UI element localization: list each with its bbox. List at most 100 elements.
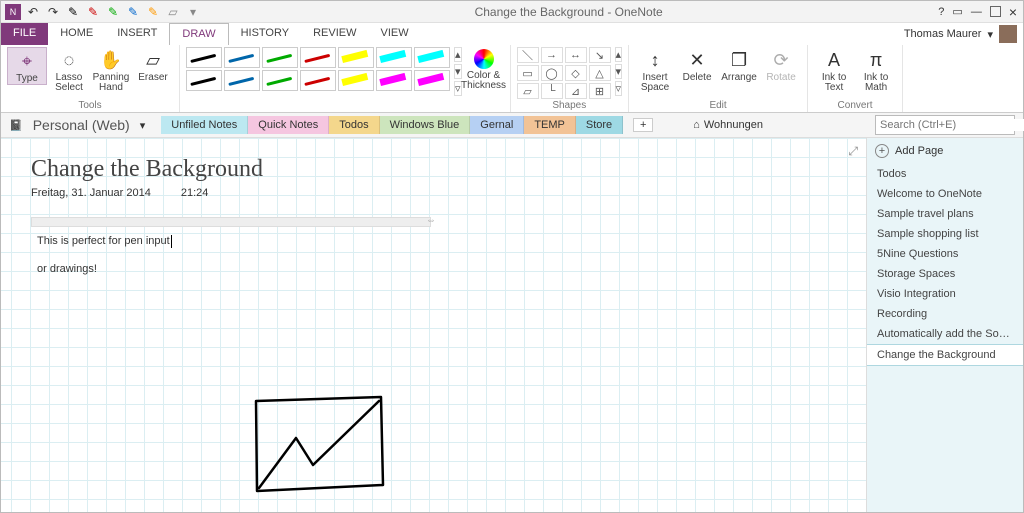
note-line[interactable]: or drawings! — [37, 259, 425, 279]
tab-insert[interactable]: INSERT — [105, 23, 169, 45]
page-list-item[interactable]: Automatically add the Source Lin — [867, 324, 1023, 344]
section-tab[interactable]: Todos — [329, 116, 379, 134]
ribbon-collapse-icon[interactable]: ▭ — [952, 5, 962, 18]
search-box[interactable]: 🔍 ▾ — [875, 115, 1015, 135]
eraser-icon: ▱ — [142, 49, 164, 71]
qat-eraser-icon[interactable]: ▱ — [165, 4, 181, 20]
tab-view[interactable]: VIEW — [368, 23, 420, 45]
page-list-item[interactable]: Sample shopping list — [867, 224, 1023, 244]
pen-swatch[interactable] — [224, 47, 260, 68]
tab-home[interactable]: HOME — [48, 23, 105, 45]
shape-rect[interactable]: ▭ — [517, 65, 539, 81]
page-list-item[interactable]: 5Nine Questions — [867, 244, 1023, 264]
page-list-item[interactable]: Storage Spaces — [867, 264, 1023, 284]
minimize-icon[interactable]: — — [971, 6, 982, 18]
add-page-button[interactable]: + Add Page — [867, 138, 1023, 164]
section-tab[interactable]: Windows Blue — [380, 116, 471, 134]
pen-swatch[interactable] — [300, 70, 336, 91]
help-icon[interactable]: ? — [938, 6, 944, 18]
section-tab[interactable]: Unfiled Notes — [161, 116, 248, 134]
page-canvas[interactable]: Change the Background Freitag, 31. Janua… — [1, 138, 866, 512]
pen-swatch[interactable] — [300, 47, 336, 68]
qat-pen-icon[interactable]: ✎ — [145, 4, 161, 20]
section-tab[interactable]: Store — [576, 116, 623, 134]
shape-ellipse[interactable]: ◯ — [541, 65, 563, 81]
qat-pen-icon[interactable]: ✎ — [105, 4, 121, 20]
qat-more-icon[interactable]: ▾ — [185, 4, 201, 20]
ink-to-text-button[interactable]: AInk to Text — [814, 47, 854, 93]
note-line[interactable]: This is perfect for pen input — [37, 231, 425, 251]
page-list-item[interactable]: Recording — [867, 304, 1023, 324]
shape-double-arrow[interactable]: ↔ — [565, 47, 587, 63]
section-tab[interactable]: Quick Notes — [248, 116, 329, 134]
notebook-icon[interactable]: 📓 — [9, 119, 23, 132]
color-thickness-button[interactable]: Color & Thickness — [464, 47, 504, 91]
pen-swatch[interactable] — [186, 47, 222, 68]
ink-drawing[interactable] — [251, 393, 401, 503]
page-list-item[interactable]: Visio Integration — [867, 284, 1023, 304]
pen-gallery[interactable] — [186, 47, 450, 91]
gallery-up-icon[interactable]: ▴ — [615, 47, 623, 62]
arrange-button[interactable]: ❐Arrange — [719, 47, 759, 83]
highlighter-swatch[interactable] — [376, 70, 412, 91]
highlighter-swatch[interactable] — [338, 70, 374, 91]
type-button[interactable]: ⌖Type — [7, 47, 47, 85]
search-input[interactable] — [876, 119, 1024, 131]
shape-xyz[interactable]: ⊿ — [565, 83, 587, 99]
shape-diamond[interactable]: ◇ — [565, 65, 587, 81]
lasso-button[interactable]: ◌Lasso Select — [49, 47, 89, 93]
notebook-name[interactable]: Personal (Web) — [33, 117, 130, 133]
highlighter-swatch[interactable] — [376, 47, 412, 68]
redo-icon[interactable]: ↷ — [45, 4, 61, 20]
shape-grid[interactable]: ⊞ — [589, 83, 611, 99]
page-list-item[interactable]: Sample travel plans — [867, 204, 1023, 224]
section-tab[interactable]: Gernal — [470, 116, 524, 134]
close-icon[interactable]: × — [1009, 4, 1017, 20]
add-section-button[interactable]: + — [633, 118, 653, 132]
maximize-icon[interactable] — [990, 6, 1001, 17]
pen-swatch[interactable] — [262, 70, 298, 91]
tab-file[interactable]: FILE — [1, 23, 48, 45]
qat-pen-icon[interactable]: ✎ — [65, 4, 81, 20]
shape-parallelogram[interactable]: ▱ — [517, 83, 539, 99]
shape-xy[interactable]: └ — [541, 83, 563, 99]
note-drag-handle[interactable] — [31, 217, 431, 227]
gallery-down-icon[interactable]: ▾ — [615, 64, 623, 79]
note-container[interactable]: This is perfect for pen input or drawing… — [31, 217, 431, 283]
pen-swatch[interactable] — [262, 47, 298, 68]
user-name[interactable]: Thomas Maurer — [904, 28, 982, 40]
qat-pen-icon[interactable]: ✎ — [125, 4, 141, 20]
highlighter-swatch[interactable] — [414, 47, 450, 68]
page-time: 21:24 — [181, 187, 209, 199]
avatar[interactable] — [999, 25, 1017, 43]
highlighter-swatch[interactable] — [338, 47, 374, 68]
tab-draw[interactable]: DRAW — [169, 23, 228, 45]
page-title[interactable]: Change the Background — [31, 156, 836, 183]
shape-gallery[interactable]: ＼→↔↘ ▭◯◇△ ▱└⊿⊞ — [517, 47, 611, 99]
user-menu-icon[interactable]: ▾ — [987, 28, 993, 41]
page-list-item[interactable]: Todos — [867, 164, 1023, 184]
page-list-item[interactable]: Change the Background — [867, 344, 1023, 366]
section-tab[interactable]: TEMP — [524, 116, 576, 134]
page-list-item[interactable]: Welcome to OneNote — [867, 184, 1023, 204]
pen-swatch[interactable] — [186, 70, 222, 91]
pen-swatch[interactable] — [224, 70, 260, 91]
shape-triangle[interactable]: △ — [589, 65, 611, 81]
panning-button[interactable]: ✋Panning Hand — [91, 47, 131, 93]
insert-space-button[interactable]: ↕Insert Space — [635, 47, 675, 93]
section-wohnungen[interactable]: ⌂Wohnungen — [693, 119, 763, 131]
shape-connector[interactable]: ↘ — [589, 47, 611, 63]
ink-to-math-button[interactable]: πInk to Math — [856, 47, 896, 93]
gallery-up-icon[interactable]: ▴ — [454, 47, 462, 62]
tab-history[interactable]: HISTORY — [229, 23, 302, 45]
shape-line[interactable]: ＼ — [517, 47, 539, 63]
eraser-button[interactable]: ▱Eraser — [133, 47, 173, 83]
highlighter-swatch[interactable] — [414, 70, 450, 91]
shape-arrow[interactable]: → — [541, 47, 563, 63]
gallery-more-icon[interactable]: ▿ — [615, 81, 623, 96]
delete-button[interactable]: ✕Delete — [677, 47, 717, 83]
qat-pen-icon[interactable]: ✎ — [85, 4, 101, 20]
notebook-dropdown-icon[interactable]: ▾ — [140, 119, 146, 132]
undo-icon[interactable]: ↶ — [25, 4, 41, 20]
tab-review[interactable]: REVIEW — [301, 23, 368, 45]
